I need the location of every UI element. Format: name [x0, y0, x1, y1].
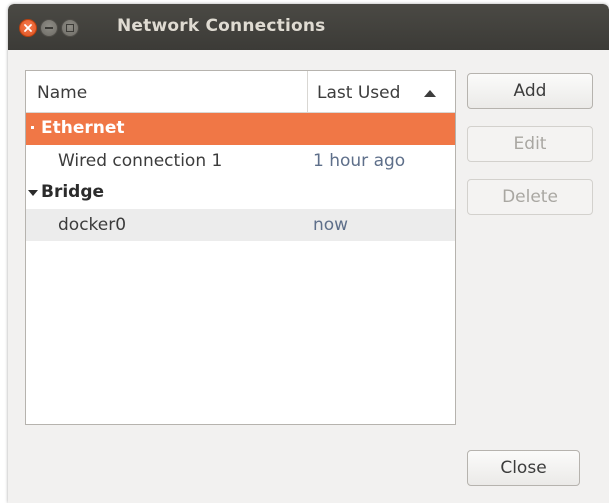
maximize-icon[interactable] — [61, 19, 79, 37]
close-button[interactable]: Close — [467, 450, 580, 486]
edit-button[interactable]: Edit — [467, 126, 593, 162]
connections-list[interactable]: Name Last Used Ethernet Wired connection… — [25, 70, 456, 425]
group-row-ethernet[interactable]: Ethernet — [26, 113, 455, 145]
connection-last-used: now — [313, 215, 349, 235]
column-header-last-used[interactable]: Last Used — [308, 71, 455, 112]
minimize-icon[interactable] — [40, 19, 58, 37]
list-header: Name Last Used — [26, 71, 455, 113]
group-label: Bridge — [41, 182, 105, 202]
connection-row-docker0[interactable]: docker0 now — [26, 209, 455, 241]
add-button[interactable]: Add — [467, 73, 593, 109]
expander-arrow-icon[interactable] — [28, 190, 38, 196]
connection-name: Wired connection 1 — [58, 151, 223, 171]
connection-name: docker0 — [58, 215, 127, 235]
connection-last-used: 1 hour ago — [313, 151, 406, 171]
close-icon[interactable] — [19, 19, 37, 37]
window-title: Network Connections — [117, 16, 326, 36]
network-connections-window: Network Connections Name Last Used Ether… — [8, 4, 609, 503]
column-header-name[interactable]: Name — [26, 71, 308, 112]
connection-row-wired-connection-1[interactable]: Wired connection 1 1 hour ago — [26, 145, 455, 177]
group-label: Ethernet — [41, 118, 125, 138]
delete-button[interactable]: Delete — [467, 179, 593, 215]
expander-arrow-icon[interactable] — [31, 126, 34, 129]
title-bar[interactable]: Network Connections — [8, 4, 609, 50]
group-row-bridge[interactable]: Bridge — [26, 177, 455, 209]
sort-ascending-icon — [424, 90, 436, 97]
column-header-name-label: Name — [37, 83, 88, 103]
column-header-last-used-label: Last Used — [317, 83, 401, 103]
